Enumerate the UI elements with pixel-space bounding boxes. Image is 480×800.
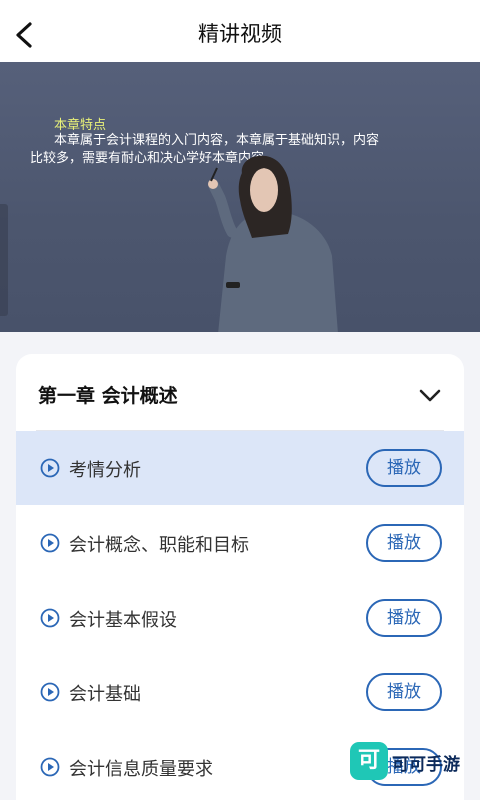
lesson-title: 会计概念、职能和目标 [69,535,249,556]
lesson-title: 考情分析 [69,460,141,481]
chevron-down-icon[interactable] [418,386,442,404]
lesson-item[interactable]: 会计概念、职能和目标 播放 [16,506,464,580]
watermark-text: 可可手游 [392,755,460,775]
slide-title: 本章特点 [54,118,107,133]
lesson-item[interactable]: 考情分析 播放 [16,431,464,505]
lesson-item[interactable]: 会计基本假设 播放 [16,581,464,655]
play-circle-icon [40,608,60,628]
page-title: 精讲视频 [198,22,282,46]
lesson-title: 会计基本假设 [69,610,177,631]
play-circle-icon [40,757,60,777]
play-circle-icon [40,458,60,478]
play-button[interactable]: 播放 [366,673,442,711]
lesson-title: 会计基础 [69,684,141,705]
play-circle-icon [40,682,60,702]
watermark-logo: 可 [350,742,388,780]
play-button[interactable]: 播放 [366,524,442,562]
video-player[interactable]: 本章特点 本章属于会计课程的入门内容，本章属于基础知识，内容比较多，需要有耐心和… [0,62,480,332]
lesson-title: 会计信息质量要求 [69,759,213,780]
presenter-figure [208,155,338,332]
top-bar: 精讲视频 [0,0,480,62]
chapter-header[interactable]: 第一章 会计概述 [16,354,464,430]
play-button[interactable]: 播放 [366,449,442,487]
course-card: 第一章 会计概述 考情分析 播放 会计概念、职能和目标 播放 会计基本假设 播放 [16,354,464,800]
play-button[interactable]: 播放 [366,599,442,637]
play-circle-icon [40,533,60,553]
chapter-title: 第一章 会计概述 [38,385,178,407]
video-side-handle [0,204,8,316]
lesson-item[interactable]: 会计基础 播放 [16,655,464,729]
